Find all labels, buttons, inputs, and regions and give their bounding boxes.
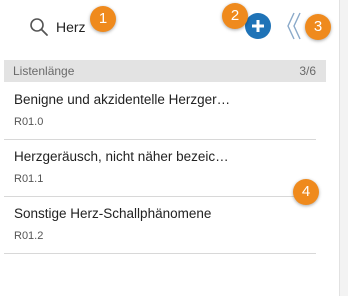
result-count: 3/6	[299, 64, 316, 78]
callout-marker-1: 1	[90, 6, 116, 32]
search-icon	[30, 18, 48, 36]
callout-marker-4: 4	[293, 179, 319, 205]
list-item[interactable]: Benigne und akzidentelle Herzger… R01.0	[4, 83, 316, 140]
callout-marker-2: 2	[222, 3, 248, 29]
list-item-code: R01.1	[14, 173, 44, 185]
list-item-name: Sonstige Herz-Schallphänomene	[14, 206, 212, 221]
list-length-label: Listenlänge	[13, 64, 75, 78]
list-header: Listenlänge 3/6	[4, 60, 326, 82]
list-item[interactable]: Sonstige Herz-Schallphänomene R01.2	[4, 197, 316, 254]
callout-marker-3: 3	[305, 14, 331, 40]
list-item[interactable]: Herzgeräusch, nicht näher bezeic… R01.1	[4, 140, 316, 197]
search-bar	[0, 0, 340, 54]
add-button[interactable]	[245, 13, 271, 39]
list-item-name: Benigne und akzidentelle Herzger…	[14, 92, 231, 107]
plus-icon	[252, 20, 264, 32]
list-item-name: Herzgeräusch, nicht näher bezeic…	[14, 149, 229, 164]
double-chevron-left-icon[interactable]	[285, 10, 303, 42]
list-item-code: R01.0	[14, 116, 44, 128]
list-item-code: R01.2	[14, 230, 44, 242]
search-input[interactable]	[56, 17, 216, 37]
search-panel: Listenlänge 3/6 Benigne und akzidentelle…	[0, 0, 340, 296]
panel-edge	[339, 0, 348, 296]
